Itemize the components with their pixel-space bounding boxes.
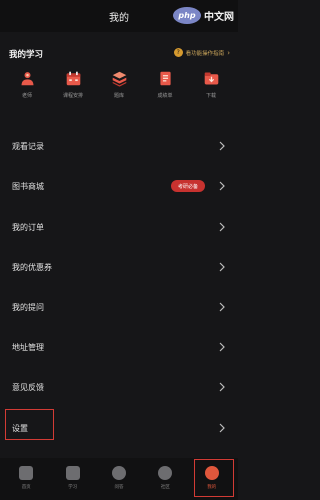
menu-item-feedback[interactable]: 意见反馈 bbox=[0, 367, 238, 407]
home-icon bbox=[19, 466, 34, 480]
shortcut-question-bank[interactable]: 题库 bbox=[99, 70, 139, 110]
shortcut-label: 成绩单 bbox=[157, 93, 173, 99]
tab-study[interactable]: 学习 bbox=[54, 458, 92, 500]
shortcut-report[interactable]: 成绩单 bbox=[145, 70, 185, 110]
menu-item-label: 意见反馈 bbox=[12, 382, 44, 392]
chevron-right-icon bbox=[219, 222, 225, 232]
watermark: php 中文网 bbox=[173, 3, 234, 27]
menu-item-label: 观看记录 bbox=[12, 141, 44, 151]
shortcut-teacher[interactable]: 老师 bbox=[7, 70, 47, 110]
chevron-right-icon bbox=[219, 342, 225, 352]
guide-icon: ? bbox=[173, 48, 183, 57]
menu-item-questions[interactable]: 我的提问 bbox=[0, 287, 238, 327]
tab-label: 问答 bbox=[114, 485, 124, 490]
guide-link[interactable]: ? 看功能操作指南 › bbox=[173, 48, 230, 57]
menu-item-label: 地址管理 bbox=[12, 342, 44, 352]
menu-item-history[interactable]: 观看记录 bbox=[0, 126, 238, 166]
tab-label: 学习 bbox=[68, 485, 78, 490]
tab-label: 社区 bbox=[160, 485, 170, 490]
schedule-icon bbox=[66, 71, 80, 86]
php-logo: php bbox=[173, 6, 201, 24]
menu-item-label: 我的优惠券 bbox=[12, 262, 52, 272]
shortcut-grid: 老师 课程安排 题库 成绩单 下载 bbox=[0, 70, 238, 110]
chevron-right-icon bbox=[219, 382, 225, 392]
shortcut-label: 题库 bbox=[113, 93, 124, 99]
chevron-right-icon bbox=[219, 262, 225, 272]
tab-label: 首页 bbox=[21, 485, 31, 490]
download-icon bbox=[204, 72, 218, 85]
my-learning-title: 我的学习 bbox=[9, 50, 44, 60]
profile-tab-highlight-box bbox=[194, 459, 234, 497]
my-learning-header: 我的学习 ? 看功能操作指南 › bbox=[0, 44, 238, 64]
chevron-right-icon bbox=[219, 423, 225, 433]
tab-home[interactable]: 首页 bbox=[7, 458, 45, 500]
shortcut-label: 课程安排 bbox=[62, 93, 83, 99]
menu-item-label: 我的订单 bbox=[12, 222, 44, 232]
menu-item-book-mall[interactable]: 图书商城 考研必备 bbox=[0, 166, 238, 206]
shortcut-label: 下载 bbox=[205, 93, 216, 99]
menu-item-address[interactable]: 地址管理 bbox=[0, 327, 238, 367]
chevron-right-icon bbox=[219, 302, 225, 312]
top-bar: 我的 php 中文网 bbox=[0, 0, 238, 32]
shortcut-download[interactable]: 下载 bbox=[191, 70, 231, 110]
report-icon bbox=[159, 71, 171, 86]
chevron-right-icon: › bbox=[227, 48, 230, 57]
menu-item-orders[interactable]: 我的订单 bbox=[0, 207, 238, 247]
question-bank-icon bbox=[112, 71, 126, 87]
menu-item-label: 我的提问 bbox=[12, 302, 44, 312]
promo-badge: 考研必备 bbox=[170, 180, 205, 192]
settings-highlight-box bbox=[5, 409, 54, 440]
study-icon bbox=[65, 466, 80, 480]
tab-qa[interactable]: 问答 bbox=[100, 458, 138, 500]
teacher-icon bbox=[21, 72, 33, 86]
guide-text: 看功能操作指南 bbox=[185, 50, 225, 57]
tab-community[interactable]: 社区 bbox=[146, 458, 184, 500]
shortcut-label: 老师 bbox=[21, 93, 32, 99]
watermark-text: 中文网 bbox=[204, 11, 234, 23]
chevron-right-icon bbox=[219, 141, 225, 151]
menu-item-label: 图书商城 bbox=[12, 181, 44, 191]
shortcut-schedule[interactable]: 课程安排 bbox=[53, 70, 93, 110]
chevron-right-icon bbox=[219, 181, 225, 191]
community-icon bbox=[158, 466, 173, 480]
chat-icon bbox=[111, 466, 126, 480]
menu-item-coupons[interactable]: 我的优惠券 bbox=[0, 247, 238, 287]
